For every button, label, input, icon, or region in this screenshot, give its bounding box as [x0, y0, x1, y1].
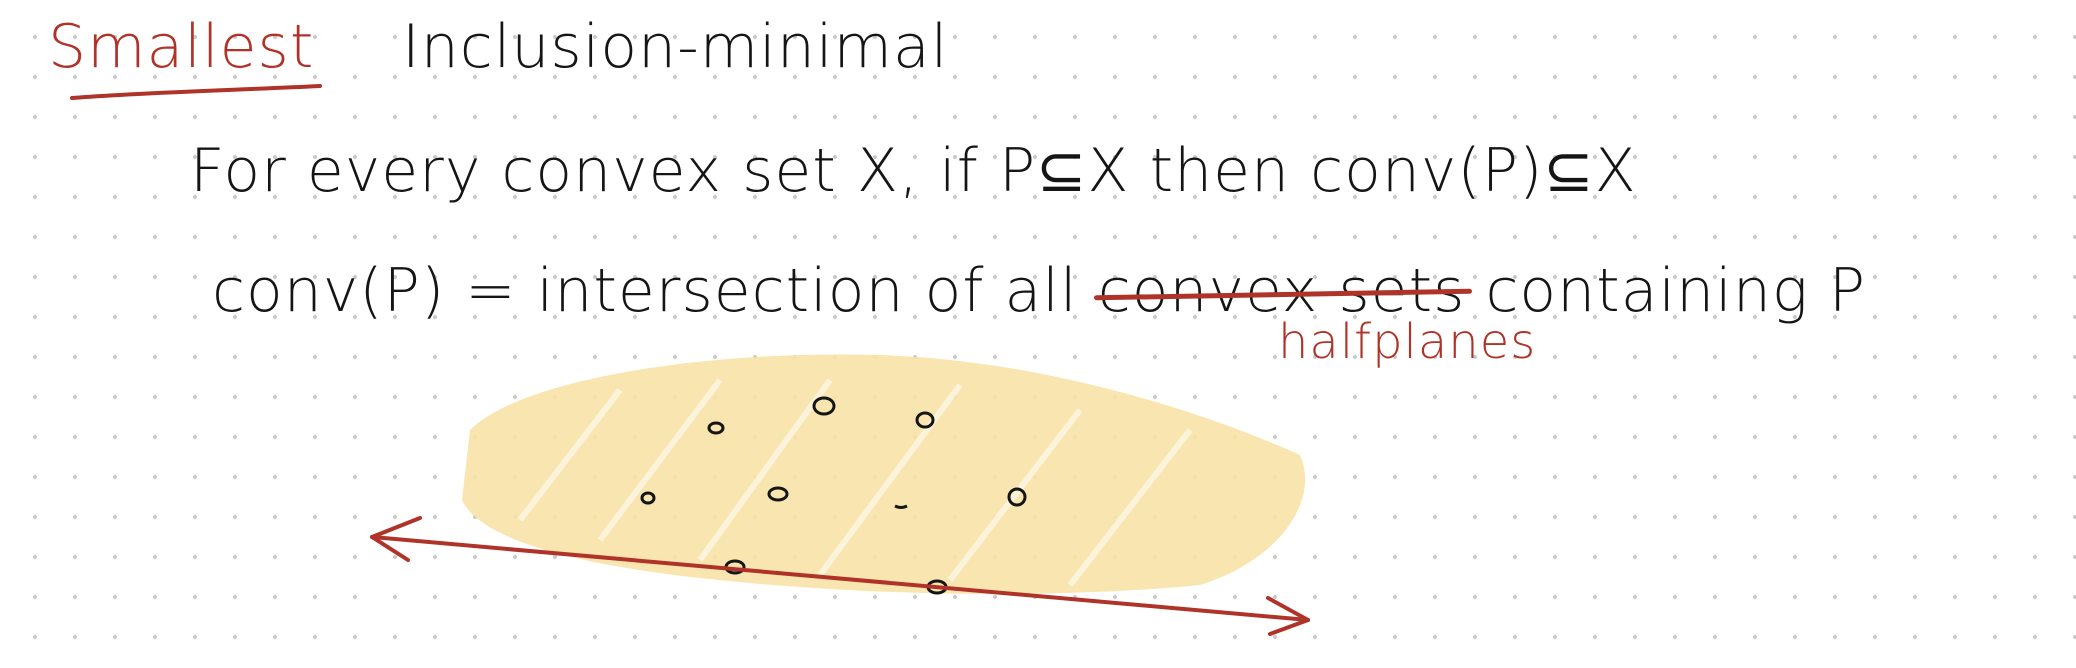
equation-suffix: containing P: [1485, 256, 1867, 326]
equation-line: conv(P) = intersection of all convex set…: [212, 256, 1866, 326]
underline: [70, 84, 322, 100]
equation-prefix: conv(P) = intersection of all: [212, 256, 1078, 326]
label-inclusion-minimal: Inclusion-minimal: [402, 12, 949, 82]
sketch-layer: [70, 84, 1310, 636]
point: [894, 504, 908, 509]
definition-line: For every convex set X, if P⊆X then conv…: [190, 136, 1637, 206]
correction-halfplanes: halfplanes: [1278, 314, 1537, 370]
label-smallest: Smallest: [48, 12, 315, 82]
